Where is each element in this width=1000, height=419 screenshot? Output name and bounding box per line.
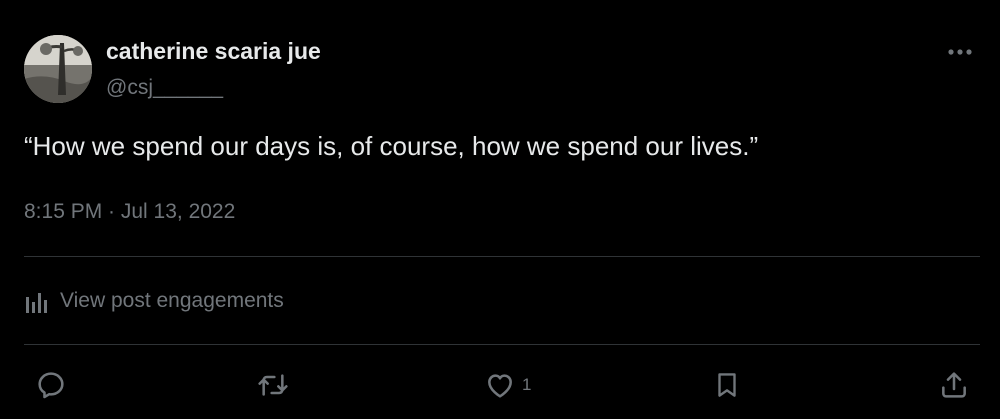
analytics-icon bbox=[24, 289, 50, 313]
post-text: “How we spend our days is, of course, ho… bbox=[24, 131, 759, 161]
avatar-image bbox=[24, 35, 92, 103]
post-card: catherine scaria jue @csj______ “How we … bbox=[0, 0, 1000, 419]
view-engagements-link[interactable]: View post engagements bbox=[24, 283, 284, 319]
avatar[interactable] bbox=[24, 35, 92, 103]
more-options-button[interactable] bbox=[940, 38, 980, 66]
share-icon bbox=[942, 372, 966, 398]
post-timestamp[interactable]: 8:15 PM · Jul 13, 2022 bbox=[24, 200, 235, 224]
bookmark-icon bbox=[718, 373, 736, 397]
share-button[interactable] bbox=[938, 366, 970, 404]
like-button[interactable]: 1 bbox=[484, 366, 531, 404]
divider bbox=[24, 256, 980, 257]
author-display-name[interactable]: catherine scaria jue bbox=[106, 38, 321, 65]
repost-button[interactable] bbox=[256, 366, 290, 404]
divider bbox=[24, 344, 980, 345]
more-icon bbox=[948, 49, 972, 55]
reply-icon bbox=[38, 372, 64, 399]
bookmark-button[interactable] bbox=[712, 366, 742, 404]
author-handle[interactable]: @csj______ bbox=[106, 76, 223, 100]
heart-icon bbox=[488, 374, 512, 398]
reply-button[interactable] bbox=[35, 366, 67, 404]
view-engagements-label: View post engagements bbox=[60, 289, 284, 312]
repost-icon bbox=[258, 374, 288, 396]
like-count: 1 bbox=[522, 375, 532, 394]
